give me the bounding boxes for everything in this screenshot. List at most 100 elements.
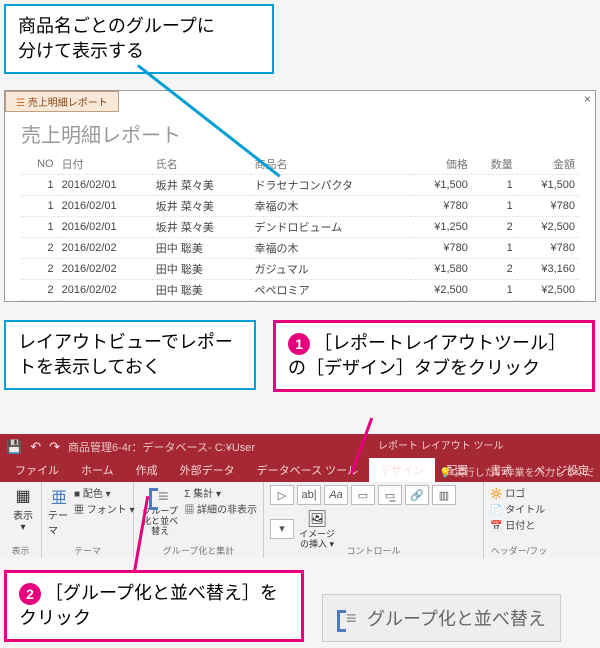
tab-home[interactable]: ホーム [70, 458, 125, 482]
step-number-1: 1 [288, 333, 310, 355]
view-label: 表示 [13, 507, 33, 522]
table-row[interactable]: 12016/02/01坂井 菜々美ドラセナコンパクタ¥1,5001¥1,500 [21, 175, 579, 196]
group-label-grouping: グループ化と集計 [134, 544, 263, 557]
table-row[interactable]: 32016/02/03鈴木 吉行デンドロビューム¥1,2503¥3,750 [21, 301, 579, 302]
undo-icon[interactable]: ↶ [30, 439, 41, 455]
nav-control-icon[interactable]: ▥ [432, 485, 456, 505]
cell: 幸福の木 [250, 196, 409, 217]
tab-external-data[interactable]: 外部データ [169, 458, 246, 482]
redo-icon[interactable]: ↷ [49, 439, 60, 455]
group-sort-icon [337, 608, 359, 628]
totals-button[interactable]: Σ 集計 ▾ [184, 485, 257, 500]
col-name: 氏名 [152, 154, 251, 175]
cell: ¥780 [410, 238, 472, 259]
report-window: 売上明細レポート × 売上明細レポート NO 日付 氏名 商品名 価格 数量 金… [4, 90, 596, 302]
callout-step-2: 2［グループ化と並べ替え］をクリック [4, 570, 304, 642]
cell: 田中 聡美 [152, 259, 251, 280]
date-time-button[interactable]: 📅 日付と [490, 517, 548, 532]
tab-file[interactable]: ファイル [4, 458, 70, 482]
step-number-2: 2 [19, 583, 41, 605]
cell: 2016/02/01 [58, 196, 152, 217]
cell: ¥780 [517, 196, 579, 217]
cell: 2 [21, 238, 58, 259]
cell: 2016/02/02 [58, 238, 152, 259]
title-button[interactable]: 📄 タイトル [490, 501, 548, 516]
tab-control-icon[interactable]: ▭̲ [378, 485, 402, 505]
callout-text: ［グループ化と並べ替え］をクリック [19, 583, 278, 628]
more-controls-icon[interactable]: ▾ [270, 519, 294, 539]
contextual-tab-title: レポート レイアウト ツール [378, 437, 504, 452]
themes-label: テーマ [48, 507, 70, 537]
cell: ¥1,580 [410, 259, 472, 280]
report-table: NO 日付 氏名 商品名 価格 数量 金額 12016/02/01坂井 菜々美ド… [21, 154, 579, 301]
cell: ¥3,750 [517, 301, 579, 302]
col-qty: 数量 [472, 154, 517, 175]
table-row[interactable]: 12016/02/01坂井 菜々美幸福の木¥7801¥780 [21, 196, 579, 217]
quick-access-toolbar: 💾 ↶ ↷ 商品管理6-4r：データベース- C:¥User [0, 434, 600, 460]
fonts-button[interactable]: 亜 フォント ▾ [74, 501, 135, 516]
hide-details-button[interactable]: ▦ 詳細の非表示 [184, 501, 257, 516]
group-sort-enlarged-button[interactable]: グループ化と並べ替え [322, 594, 561, 642]
save-icon[interactable]: 💾 [6, 439, 22, 455]
table-row[interactable]: 22016/02/02田中 聡美幸福の木¥7801¥780 [21, 238, 579, 259]
cell: 1 [472, 175, 517, 196]
group-label-view: 表示 [0, 544, 41, 557]
cell: ガジュマル [250, 259, 409, 280]
group-sort-icon [149, 485, 171, 507]
cell: 1 [472, 196, 517, 217]
link-control-icon[interactable]: 🔗 [405, 485, 429, 505]
cell: 坂井 菜々美 [152, 175, 251, 196]
callout-text: ［レポートレイアウトツール］の［デザイン］タブをクリック [288, 333, 566, 378]
col-price: 価格 [410, 154, 472, 175]
group-header-footer: 🔆 ロゴ 📄 タイトル 📅 日付と ヘッダー/フッ [484, 482, 554, 558]
col-no: NO [21, 154, 58, 175]
group-label-themes: テーマ [42, 544, 133, 557]
colors-label: 配色 ▾ [83, 489, 111, 500]
cell: 3 [21, 301, 58, 302]
table-row[interactable]: 22016/02/02田中 聡美ガジュマル¥1,5802¥3,160 [21, 259, 579, 280]
themes-button[interactable]: 亜 テーマ [48, 485, 70, 537]
view-icon: ▦ [12, 485, 34, 507]
group-themes: 亜 テーマ ■ 配色 ▾ 亜 フォント ▾ テーマ [42, 482, 134, 558]
cell: 2016/02/02 [58, 280, 152, 301]
report-tab-label: 売上明細レポート [28, 98, 108, 109]
group-controls: ▷ ab| Aa ▭ ▭̲ 🔗 ▥ ▾ 🖼 イメージの挿入 ▾ コントロール [264, 482, 484, 558]
view-button[interactable]: ▦ 表示 ▾ [6, 485, 40, 533]
tell-me-search[interactable]: 💡 実行したい作業を入力してくだ [439, 464, 594, 479]
group-sort-enlarged-label: グループ化と並べ替え [367, 605, 546, 631]
cell: 2 [472, 217, 517, 238]
callout-text: レイアウトビューでレポートを表示しておく [18, 332, 233, 377]
report-tab[interactable]: 売上明細レポート [5, 91, 119, 112]
logo-label: ロゴ [505, 489, 525, 500]
logo-button[interactable]: 🔆 ロゴ [490, 485, 548, 500]
image-icon: 🖼 [306, 508, 328, 530]
cell: 1 [21, 217, 58, 238]
tab-create[interactable]: 作成 [125, 458, 169, 482]
cell: 1 [21, 196, 58, 217]
cell: ¥1,250 [410, 217, 472, 238]
cell: ¥2,500 [410, 280, 472, 301]
label-control-icon[interactable]: Aa [324, 485, 348, 505]
table-row[interactable]: 12016/02/01坂井 菜々美デンドロビューム¥1,2502¥2,500 [21, 217, 579, 238]
chevron-down-icon: ▾ [20, 522, 25, 533]
date-label: 日付と [505, 521, 535, 532]
col-amount: 金額 [517, 154, 579, 175]
close-icon[interactable]: × [584, 92, 591, 106]
cell: 2016/02/01 [58, 217, 152, 238]
cell: 坂井 菜々美 [152, 217, 251, 238]
button-control-icon[interactable]: ▭ [351, 485, 375, 505]
access-ribbon: 💾 ↶ ↷ 商品管理6-4r：データベース- C:¥User レポート レイアウ… [0, 434, 600, 558]
cell: ¥780 [410, 196, 472, 217]
search-placeholder: 実行したい作業を入力してくだ [455, 468, 594, 479]
textbox-control-icon[interactable]: ab| [297, 485, 321, 505]
cell: ¥2,500 [517, 217, 579, 238]
cell: ¥3,160 [517, 259, 579, 280]
cell: 田中 聡美 [152, 238, 251, 259]
select-control-icon[interactable]: ▷ [270, 485, 294, 505]
themes-icon: 亜 [48, 485, 70, 507]
table-row[interactable]: 22016/02/02田中 聡美ペペロミア¥2,5001¥2,500 [21, 280, 579, 301]
cell: 2016/02/02 [58, 259, 152, 280]
tab-design[interactable]: デザイン [369, 458, 435, 482]
colors-button[interactable]: ■ 配色 ▾ [74, 485, 135, 500]
report-title: 売上明細レポート [21, 119, 579, 148]
